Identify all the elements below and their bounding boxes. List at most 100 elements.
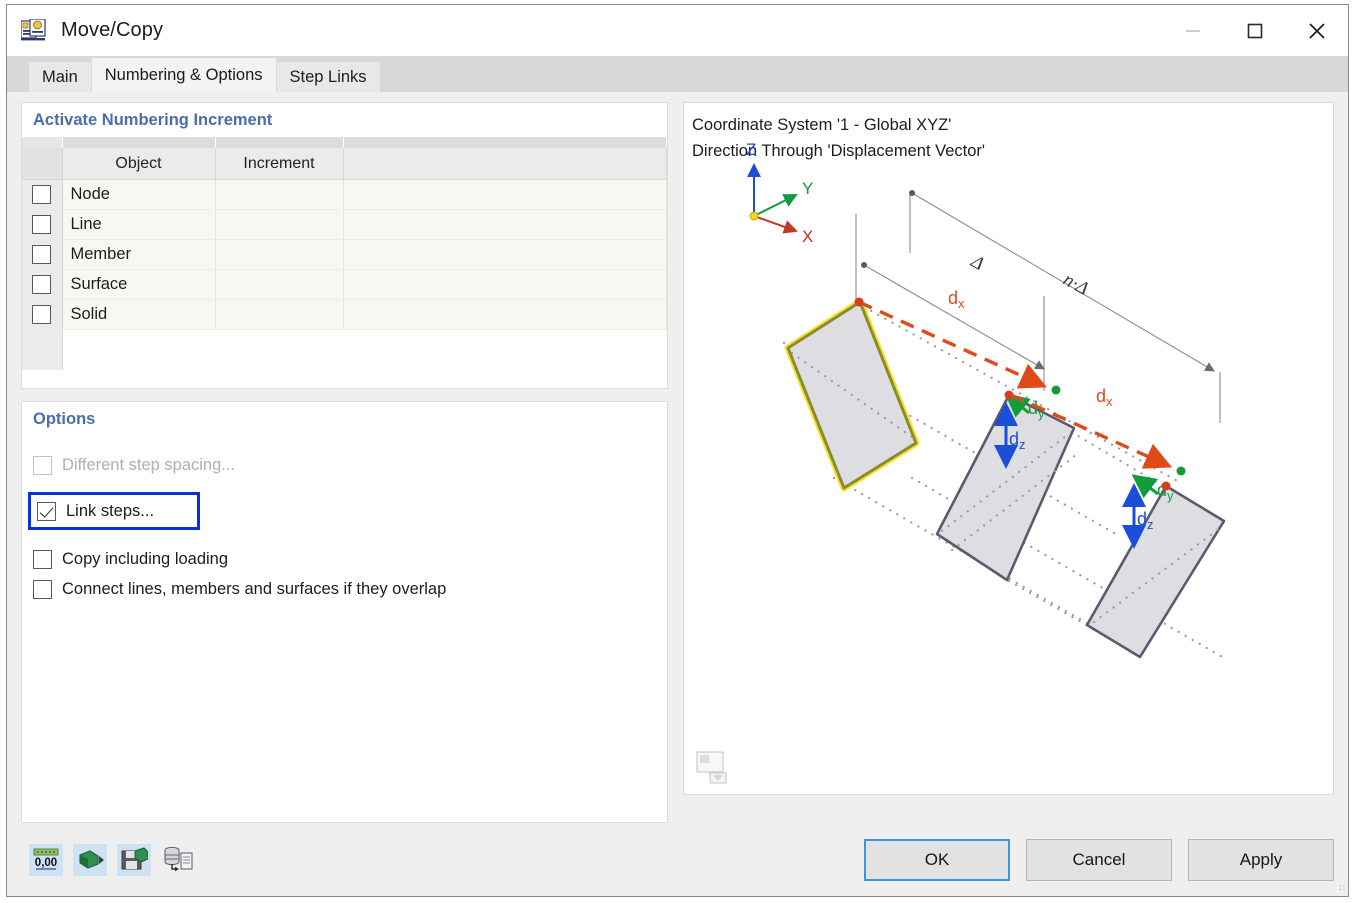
numbering-table: Object Increment Node Line Member Surfac…	[22, 137, 667, 370]
cell-increment-member[interactable]	[215, 239, 344, 270]
header-corner	[22, 148, 63, 180]
checkbox-different-step-spacing	[33, 455, 52, 475]
label-link-steps: Link steps...	[66, 501, 155, 520]
table-header-row: Object Increment	[22, 148, 667, 180]
numbering-panel-title: Activate Numbering Increment	[22, 103, 667, 137]
apply-button[interactable]: Apply	[1188, 838, 1334, 881]
options-list: Different step spacing... Link steps... …	[22, 436, 667, 604]
cell-blank-line	[343, 209, 667, 240]
dimension-label-delta: Δ	[967, 251, 988, 275]
cancel-button[interactable]: Cancel	[1026, 838, 1172, 881]
row-checkbox-cell-line[interactable]	[22, 209, 63, 240]
axis-label-x: X	[802, 227, 813, 246]
cell-object-surface: Surface	[62, 269, 216, 300]
cell-blank-member	[343, 239, 667, 270]
apply-settings-icon[interactable]	[73, 843, 107, 876]
spacer-cell-2	[215, 137, 344, 148]
window-controls	[1162, 5, 1348, 56]
option-copy-including-loading[interactable]: Copy including loading	[33, 544, 667, 574]
spacer-cell-3	[343, 137, 667, 148]
label-different-step-spacing: Different step spacing...	[62, 455, 236, 474]
options-gap-2	[33, 530, 667, 544]
cell-increment-solid[interactable]	[215, 299, 344, 330]
checkbox-line[interactable]	[32, 215, 52, 235]
move-copy-dialog: Move/Copy Main Numbering & Options Step …	[6, 4, 1349, 897]
right-column: Coordinate System '1 - Global XYZ' Direc…	[683, 102, 1334, 823]
checkbox-link-steps[interactable]	[37, 501, 56, 521]
label-connect-lines-members-surfaces: Connect lines, members and surfaces if t…	[62, 579, 447, 598]
spacer-cell-1	[62, 137, 216, 148]
column-header-blank	[343, 148, 667, 180]
table-row[interactable]: Node	[22, 179, 667, 210]
table-row[interactable]: Solid	[22, 299, 667, 330]
label-copy-including-loading: Copy including loading	[62, 549, 229, 568]
cell-object-node: Node	[62, 179, 216, 210]
checkbox-node[interactable]	[32, 185, 52, 205]
table-row[interactable]: Line	[22, 209, 667, 240]
cell-increment-node[interactable]	[215, 179, 344, 210]
checkbox-member[interactable]	[32, 245, 52, 265]
resize-grip[interactable]: ∷	[1339, 883, 1345, 894]
checkbox-surface[interactable]	[32, 275, 52, 295]
options-gap-1	[33, 480, 667, 492]
option-different-step-spacing: Different step spacing...	[33, 450, 667, 480]
row-checkbox-cell-node[interactable]	[22, 179, 63, 210]
spacer-corner	[22, 137, 63, 148]
row-checkbox-cell-solid[interactable]	[22, 299, 63, 330]
cell-object-line: Line	[62, 209, 216, 240]
option-connect-lines-members-surfaces[interactable]: Connect lines, members and surfaces if t…	[33, 574, 667, 604]
axis-label-z: Z	[746, 140, 756, 159]
dimension-labels: Δ n·Δ	[967, 251, 1092, 300]
close-button[interactable]	[1286, 5, 1348, 56]
ok-button[interactable]: OK	[864, 838, 1010, 881]
cell-increment-line[interactable]	[215, 209, 344, 240]
table-row[interactable]: Surface	[22, 269, 667, 300]
cell-increment-surface[interactable]	[215, 269, 344, 300]
copy-surface-2	[1085, 484, 1226, 659]
tail-cell-2	[215, 329, 343, 370]
activate-numbering-increment-panel: Activate Numbering Increment Object Incr…	[21, 102, 668, 389]
tail-corner	[22, 329, 63, 370]
import-settings-icon[interactable]	[161, 844, 195, 876]
coordinate-axes-triad: Z Y X	[746, 140, 813, 246]
cell-object-member: Member	[62, 239, 216, 270]
options-panel: Options Different step spacing... Link s…	[21, 401, 668, 823]
dialog-action-buttons: OK Cancel Apply	[864, 838, 1334, 881]
maximize-button[interactable]	[1224, 5, 1286, 56]
dimension-lines	[855, 190, 1221, 423]
row-checkbox-cell-member[interactable]	[22, 239, 63, 270]
save-settings-icon[interactable]	[117, 843, 151, 876]
minimize-button[interactable]	[1162, 5, 1224, 56]
row-checkbox-cell-surface[interactable]	[22, 269, 63, 300]
column-header-object[interactable]: Object	[62, 148, 216, 180]
dialog-body: Activate Numbering Increment Object Incr…	[7, 92, 1348, 823]
checkbox-copy-including-loading[interactable]	[33, 549, 52, 569]
title-bar: Move/Copy	[7, 5, 1348, 56]
move-copy-icon	[20, 17, 47, 43]
checkbox-connect-lines-members-surfaces[interactable]	[33, 579, 52, 599]
tail-cell-1	[62, 329, 215, 370]
checkbox-solid[interactable]	[32, 305, 52, 325]
dimension-label-n-delta: n·Δ	[1060, 269, 1092, 300]
default-values-icon[interactable]: 0,00	[29, 843, 63, 876]
graphics-preview-panel[interactable]: Coordinate System '1 - Global XYZ' Direc…	[683, 102, 1334, 795]
options-panel-title: Options	[22, 402, 667, 436]
table-row[interactable]: Member	[22, 239, 667, 270]
table-spacer-row	[22, 137, 667, 148]
cell-blank-node	[343, 179, 667, 210]
tab-main[interactable]: Main	[29, 62, 91, 92]
tab-bar: Main Numbering & Options Step Links	[7, 56, 1348, 92]
left-column: Activate Numbering Increment Object Incr…	[21, 102, 668, 823]
column-header-increment[interactable]: Increment	[215, 148, 344, 180]
cell-blank-surface	[343, 269, 667, 300]
image-preview-icon[interactable]	[696, 751, 734, 784]
tab-step-links[interactable]: Step Links	[276, 62, 380, 92]
move-copy-diagram: Z Y X Δ n·Δ dx dy dz dx dy dz	[746, 140, 1226, 660]
vector-label-dx-1: dx	[948, 288, 965, 311]
default-values-label: 0,00	[35, 857, 57, 869]
footer-toolbar: 0,00	[29, 843, 195, 876]
tail-cell-3	[343, 329, 667, 370]
tab-numbering-options[interactable]: Numbering & Options	[91, 58, 276, 92]
source-surface	[784, 298, 920, 492]
option-link-steps[interactable]: Link steps...	[28, 492, 200, 530]
